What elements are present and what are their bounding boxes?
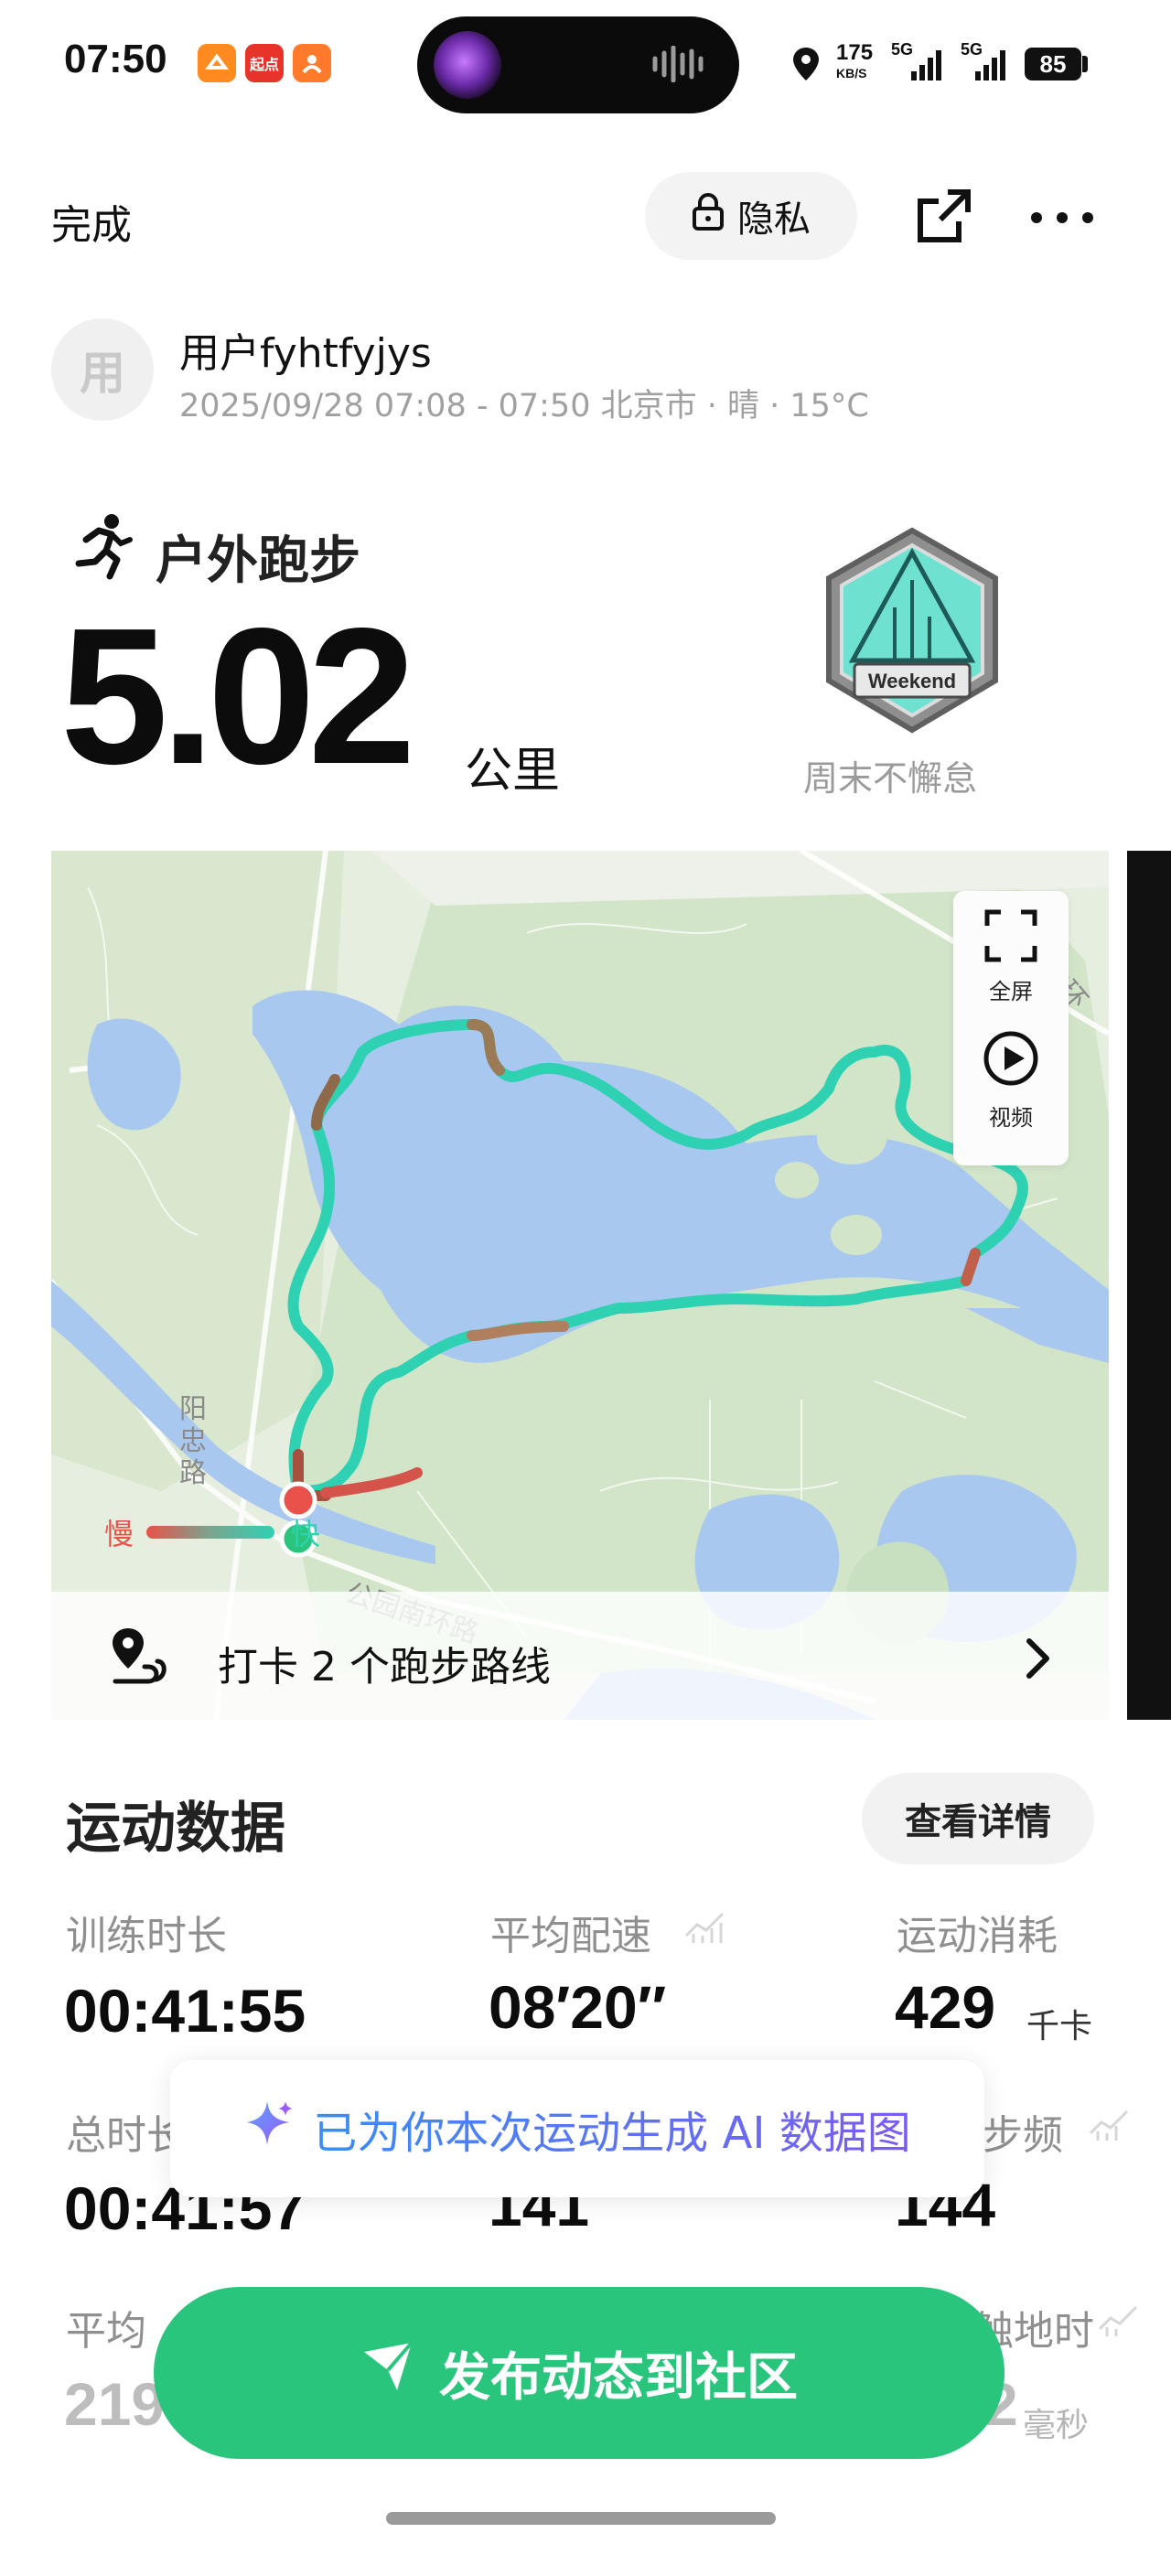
stats-title: 运动数据 <box>66 1797 285 1861</box>
ai-banner-text: 已为你本次运动生成 AI 数据图 <box>313 2097 911 2161</box>
stat-unit-calories: 千卡 <box>1026 2008 1093 2045</box>
audio-wave-icon <box>651 45 708 86</box>
stat-label-avg: 平均 <box>66 2308 146 2355</box>
location-icon <box>790 46 822 86</box>
stat-label-cadence: 步频 <box>983 2112 1063 2159</box>
speed-legend-bar <box>146 1526 274 1539</box>
start-marker <box>279 1481 317 1519</box>
stat-label-avg-pace: 平均配速 <box>490 1913 651 1959</box>
signal-icon <box>909 49 944 84</box>
status-time: 07:50 <box>64 37 167 81</box>
video-label[interactable]: 视频 <box>953 1100 1069 1132</box>
signal-icon-2 <box>973 49 1008 84</box>
badge-label: 周末不懈怠 <box>803 758 978 799</box>
legend-fast: 快 <box>291 1517 320 1551</box>
home-indicator[interactable] <box>386 2512 776 2525</box>
running-icon <box>70 512 134 584</box>
orange-delivery-app-icon <box>293 44 331 82</box>
trend-icon-cadence <box>1089 2106 1129 2146</box>
stat-value-calories: 429 <box>895 1973 996 2041</box>
legend-slow: 慢 <box>104 1517 134 1551</box>
fullscreen-icon[interactable] <box>984 909 1037 966</box>
orange-app-icon <box>198 44 236 82</box>
done-button[interactable]: 完成 <box>51 192 132 251</box>
distance-unit: 公里 <box>465 744 561 799</box>
fullscreen-label[interactable]: 全屏 <box>953 973 1069 1005</box>
more-icon[interactable] <box>1030 210 1094 228</box>
badge-text: Weekend <box>868 670 956 692</box>
lock-icon <box>692 192 725 240</box>
ai-chart-banner[interactable]: 已为你本次运动生成 AI 数据图 <box>170 2060 984 2197</box>
route-checkin-icon <box>108 1625 172 1692</box>
stat-label-calories: 运动消耗 <box>897 1913 1058 1959</box>
stat-unit-ground-contact: 毫秒 <box>1023 2407 1090 2444</box>
distance-value: 5.02 <box>60 587 416 804</box>
chevron-right-icon[interactable] <box>1025 1637 1052 1683</box>
publish-label: 发布动态到社区 <box>439 2347 798 2408</box>
username[interactable]: 用户fyhtfyjys <box>179 320 432 379</box>
map-controls: 全屏 视频 <box>953 891 1069 1165</box>
view-details-button[interactable]: 查看详情 <box>862 1773 1094 1864</box>
activity-type: 户外跑步 <box>156 531 360 591</box>
stat-label-training-duration: 训练时长 <box>66 1913 227 1959</box>
weekend-badge[interactable]: Weekend <box>816 525 1008 741</box>
privacy-label: 隐私 <box>737 199 811 241</box>
network-speed: 175 <box>836 40 874 65</box>
publish-button[interactable]: 发布动态到社区 <box>154 2287 1004 2459</box>
route-map[interactable]: 阳忠路 公园南环路 北环 慢 快 <box>51 851 1109 1720</box>
network-unit: KB/S <box>836 66 867 80</box>
stat-value-avg: 219 <box>64 2370 166 2438</box>
privacy-button[interactable]: 隐私 <box>645 172 857 260</box>
stat-value-training-duration: 00:41:55 <box>64 1977 306 2045</box>
map-canvas: 阳忠路 公园南环路 北环 慢 快 <box>51 851 1109 1720</box>
trend-icon <box>684 1908 725 1948</box>
trend-icon-ground <box>1098 2302 1138 2342</box>
send-icon <box>360 2339 415 2407</box>
share-icon[interactable] <box>915 188 972 249</box>
stat-value-avg-pace: 08′20″ <box>489 1973 667 2041</box>
music-artwork-icon <box>434 31 501 99</box>
checkin-text[interactable]: 打卡 2 个跑步路线 <box>218 1634 551 1692</box>
qidian-app-icon: 起点 <box>245 44 284 82</box>
avatar[interactable]: 用 <box>51 318 154 421</box>
next-card-preview[interactable] <box>1127 851 1171 1720</box>
activity-meta: 2025/09/28 07:08 - 07:50 北京市 · 晴 · 15°C <box>179 388 869 424</box>
stat-label-total-duration: 总时长 <box>66 2112 187 2159</box>
video-play-icon[interactable] <box>983 1030 1039 1090</box>
battery-tip <box>1082 56 1088 72</box>
checkin-route-bar[interactable] <box>51 1592 1109 1720</box>
sparkle-icon <box>243 2098 295 2160</box>
road-label-yangzhong: 阳忠路 <box>179 1393 207 1489</box>
battery-icon: 85 <box>1025 48 1081 80</box>
